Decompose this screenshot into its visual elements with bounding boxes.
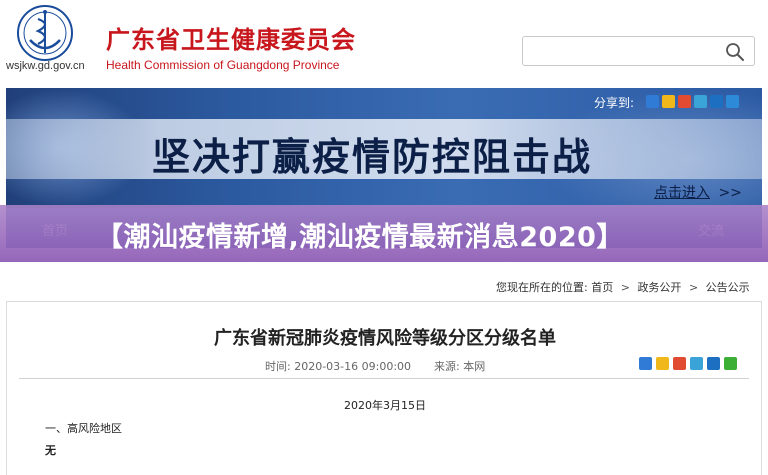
double-chevron-icon: >>: [718, 185, 742, 201]
site-title-cn[interactable]: 广东省卫生健康委员会: [106, 20, 356, 55]
time-value: 2020-03-16 09:00:00: [294, 360, 412, 373]
section-heading: 一、高风险地区: [45, 422, 122, 435]
article: 广东省新冠肺炎疫情风险等级分区分级名单 时间: 2020-03-16 09:00…: [6, 301, 762, 475]
article-date: 2020年3月15日: [344, 399, 426, 412]
more-icon[interactable]: [726, 95, 739, 108]
tencent-weibo-icon[interactable]: [690, 357, 703, 370]
breadcrumb-separator: >: [688, 281, 699, 294]
wechat-icon[interactable]: [724, 357, 737, 370]
renren-icon[interactable]: [707, 357, 720, 370]
site-domain: wsjkw.gd.gov.cn: [6, 60, 85, 72]
breadcrumb-level1[interactable]: 政务公开: [637, 281, 681, 294]
article-share-icons: [639, 357, 737, 370]
renren-icon[interactable]: [710, 95, 723, 108]
banner-slogan: 坚决打赢疫情防控阻击战: [152, 135, 593, 179]
weibo-icon[interactable]: [678, 95, 691, 108]
share-icons: [646, 95, 739, 108]
site-title-en: Health Commission of Guangdong Province: [106, 58, 340, 72]
weibo-icon[interactable]: [673, 357, 686, 370]
click-enter-link[interactable]: 点击进入 >>: [654, 182, 742, 202]
breadcrumb: 您现在所在的位置: 首页 > 政务公开 > 公告公示: [496, 279, 750, 295]
click-enter-label: 点击进入: [654, 185, 710, 201]
article-title: 广东省新冠肺炎疫情风险等级分区分级名单: [214, 328, 556, 349]
plus-icon[interactable]: [646, 95, 659, 108]
share-label: 分享到:: [594, 96, 635, 110]
qzone-icon[interactable]: [662, 95, 675, 108]
tencent-weibo-icon[interactable]: [694, 95, 707, 108]
government-emblem-logo: [17, 5, 73, 61]
source-value: 本网: [463, 360, 486, 373]
breadcrumb-home[interactable]: 首页: [591, 281, 613, 294]
article-meta: 时间: 2020-03-16 09:00:00 来源: 本网: [265, 358, 485, 374]
time-label: 时间:: [265, 360, 291, 373]
source-label: 来源:: [434, 360, 460, 373]
qzone-icon[interactable]: [656, 357, 669, 370]
section-value: 无: [45, 444, 56, 457]
search-icon[interactable]: [725, 42, 745, 62]
site-header: wsjkw.gd.gov.cn 广东省卫生健康委员会 Health Commis…: [0, 0, 768, 88]
page: wsjkw.gd.gov.cn 广东省卫生健康委员会 Health Commis…: [0, 0, 768, 475]
epidemic-banner[interactable]: 坚决打赢疫情防控阻击战 分享到: 点击进入 >>: [6, 88, 762, 208]
overlay-headline-bar: 【潮汕疫情新增,潮汕疫情最新消息2020】: [0, 205, 768, 262]
breadcrumb-prefix: 您现在所在的位置:: [496, 281, 588, 294]
plus-icon[interactable]: [639, 357, 652, 370]
breadcrumb-level2[interactable]: 公告公示: [706, 281, 750, 294]
search-input[interactable]: [522, 36, 755, 66]
breadcrumb-separator: >: [620, 281, 630, 294]
overlay-headline: 【潮汕疫情新增,潮汕疫情最新消息2020】: [96, 222, 624, 253]
divider: [19, 378, 749, 379]
